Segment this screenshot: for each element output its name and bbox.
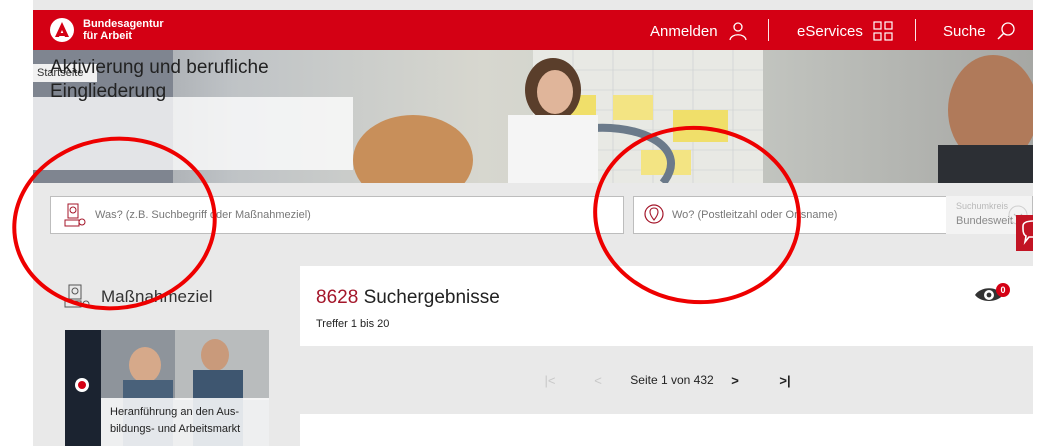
last-page-button[interactable]: >| <box>768 363 802 397</box>
eservices-label: eServices <box>797 22 863 40</box>
search-icon <box>997 22 1015 40</box>
nav-divider <box>768 19 769 41</box>
radius-value: Bundesweit <box>956 215 1013 227</box>
nav-divider <box>915 19 916 41</box>
speech-bubble-icon <box>1022 220 1033 245</box>
login-link[interactable]: Anmelden <box>650 21 748 41</box>
watchlist-button[interactable]: 0 <box>973 283 1013 305</box>
card-radio[interactable] <box>75 378 89 392</box>
brand-line-1: Bundesagentur <box>83 18 164 30</box>
ba-logo-icon[interactable] <box>50 18 74 42</box>
page-indicator: Seite 1 von 432 <box>630 373 714 387</box>
search-label: Suche <box>943 22 986 40</box>
search-link[interactable]: Suche <box>943 21 1016 41</box>
first-page-button[interactable]: |< <box>533 363 567 397</box>
result-list-item[interactable] <box>300 414 1033 446</box>
user-icon <box>728 22 747 41</box>
prev-page-button[interactable]: < <box>581 363 615 397</box>
watchlist-badge: 0 <box>996 283 1010 297</box>
result-count-label: Suchergebnisse <box>363 287 500 308</box>
result-range: Treffer 1 bis 20 <box>316 318 390 330</box>
eservices-link[interactable]: eServices <box>797 21 893 41</box>
card-label[interactable]: Heranführung an den Aus- bildungs- und A… <box>110 404 270 438</box>
login-label: Anmelden <box>650 22 718 40</box>
page-title: Aktivierung und berufliche Eingliederung <box>50 57 269 102</box>
result-count: 8628 Suchergebnisse <box>316 287 500 309</box>
card-label-line-1: Heranführung an den Aus- <box>110 406 240 418</box>
card-label-line-2: bildungs- und Arbeitsmarkt <box>110 423 241 435</box>
next-page-button[interactable]: > <box>718 363 752 397</box>
site-header: Bundesagentur für Arbeit Anmelden eServi… <box>33 10 1033 50</box>
brand-line-2: für Arbeit <box>83 30 133 42</box>
result-count-number: 8628 <box>316 287 359 308</box>
grid-icon <box>873 21 893 41</box>
chat-button[interactable] <box>1016 215 1033 251</box>
brand-name[interactable]: Bundesagentur für Arbeit <box>83 18 164 42</box>
radius-label: Suchumkreis <box>956 201 1009 211</box>
